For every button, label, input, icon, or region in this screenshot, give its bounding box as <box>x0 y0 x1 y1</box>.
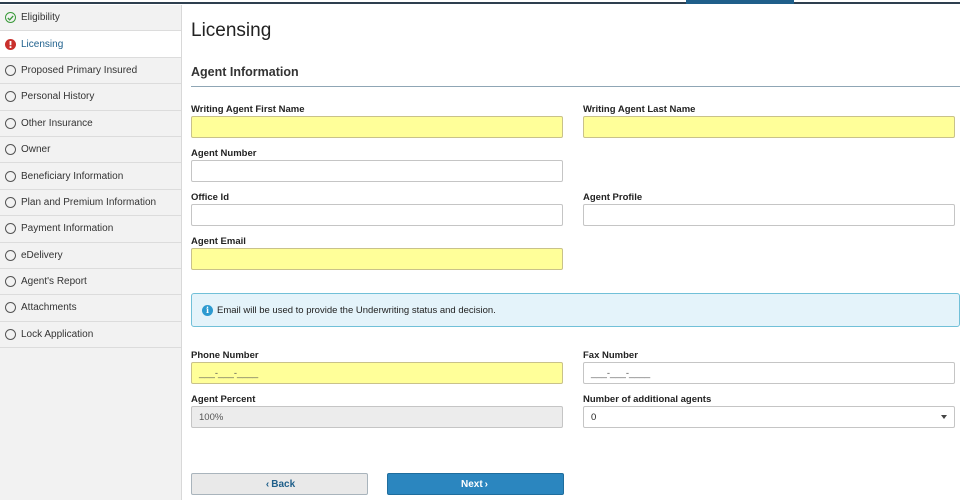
back-button[interactable]: ‹ Back <box>191 473 368 495</box>
empty-circle-icon <box>5 117 16 129</box>
empty-circle-icon <box>5 328 16 340</box>
section-title: Agent Information <box>191 65 299 79</box>
sidebar-item-label: Lock Application <box>21 328 94 340</box>
top-bar <box>0 0 960 4</box>
chevron-right-icon: › <box>484 478 489 490</box>
sidebar-item-label: Beneficiary Information <box>21 170 124 182</box>
empty-circle-icon <box>5 276 16 288</box>
sidebar-item-eligibility[interactable]: Eligibility <box>0 5 181 32</box>
sidebar-item-owner[interactable]: Owner <box>0 137 181 164</box>
sidebar-item-label: Plan and Premium Information <box>21 196 157 208</box>
sidebar-nav: Eligibility Licensing Proposed Primary I… <box>0 5 182 500</box>
sidebar-item-proposed-primary-insured[interactable]: Proposed Primary Insured <box>0 58 181 85</box>
info-icon: i <box>202 304 213 316</box>
check-circle-icon <box>5 12 16 24</box>
sidebar-item-label: Proposed Primary Insured <box>21 64 138 76</box>
fax-label: Fax Number <box>583 350 638 361</box>
sidebar-item-payment-information[interactable]: Payment Information <box>0 216 181 243</box>
sidebar-item-label: Personal History <box>21 91 95 103</box>
error-icon <box>5 38 16 50</box>
sidebar-item-personal-history[interactable]: Personal History <box>0 84 181 111</box>
chevron-left-icon: ‹ <box>265 478 270 490</box>
sidebar-item-other-insurance[interactable]: Other Insurance <box>0 111 181 137</box>
empty-circle-icon <box>5 91 16 103</box>
empty-circle-icon <box>5 170 16 182</box>
active-tab-marker <box>686 0 794 4</box>
fax-input[interactable]: ___-___-____ <box>583 362 955 384</box>
phone-label: Phone Number <box>191 350 259 361</box>
sidebar-item-label: Payment Information <box>21 223 114 235</box>
phone-input[interactable]: ___-___-____ <box>191 362 563 384</box>
sidebar-item-agents-report[interactable]: Agent's Report <box>0 269 181 296</box>
agent-percent-input: 100% <box>191 406 563 428</box>
page-title: Licensing <box>191 20 272 41</box>
office-id-input[interactable] <box>191 204 563 226</box>
sidebar-item-lock-application[interactable]: Lock Application <box>0 322 181 349</box>
sidebar-item-edelivery[interactable]: eDelivery <box>0 243 181 269</box>
next-button-label: Next <box>460 478 483 490</box>
agent-percent-label: Agent Percent <box>191 394 256 405</box>
sidebar-item-attachments[interactable]: Attachments <box>0 295 181 322</box>
additional-agents-value: 0 <box>591 411 597 423</box>
empty-circle-icon <box>5 196 16 208</box>
additional-agents-label: Number of additional agents <box>583 394 712 405</box>
sidebar-item-licensing[interactable]: Licensing <box>0 31 181 58</box>
agent-profile-input[interactable] <box>583 204 955 226</box>
last-name-input[interactable] <box>583 116 955 138</box>
additional-agents-select[interactable]: 0 <box>583 406 955 428</box>
first-name-label: Writing Agent First Name <box>191 104 305 115</box>
empty-circle-icon <box>5 223 16 235</box>
sidebar-item-plan-and-premium-information[interactable]: Plan and Premium Information <box>0 190 181 217</box>
sidebar-item-label: Attachments <box>21 302 77 314</box>
empty-circle-icon <box>5 144 16 156</box>
sidebar-item-label: Other Insurance <box>21 117 93 129</box>
next-button[interactable]: Next › <box>387 473 564 495</box>
section-divider <box>191 86 960 87</box>
empty-circle-icon <box>5 302 16 314</box>
empty-circle-icon <box>5 64 16 76</box>
first-name-input[interactable] <box>191 116 563 138</box>
caret-down-icon <box>941 415 947 419</box>
agent-email-input[interactable] <box>191 248 563 270</box>
back-button-label: Back <box>271 478 296 490</box>
agent-profile-label: Agent Profile <box>583 192 643 203</box>
sidebar-item-label: Eligibility <box>21 12 60 24</box>
sidebar-item-beneficiary-information[interactable]: Beneficiary Information <box>0 163 181 190</box>
sidebar-item-label: eDelivery <box>21 249 63 261</box>
sidebar-item-label: Agent's Report <box>21 276 87 288</box>
office-id-label: Office Id <box>191 192 230 203</box>
agent-email-label: Agent Email <box>191 236 246 247</box>
email-info-alert: i Email will be used to provide the Unde… <box>191 293 960 327</box>
empty-circle-icon <box>5 249 16 261</box>
agent-number-label: Agent Number <box>191 148 257 159</box>
info-text: Email will be used to provide the Underw… <box>217 304 496 316</box>
agent-number-input[interactable] <box>191 160 563 182</box>
sidebar-item-label: Licensing <box>21 38 64 50</box>
last-name-label: Writing Agent Last Name <box>583 104 696 115</box>
sidebar-item-label: Owner <box>21 144 51 156</box>
